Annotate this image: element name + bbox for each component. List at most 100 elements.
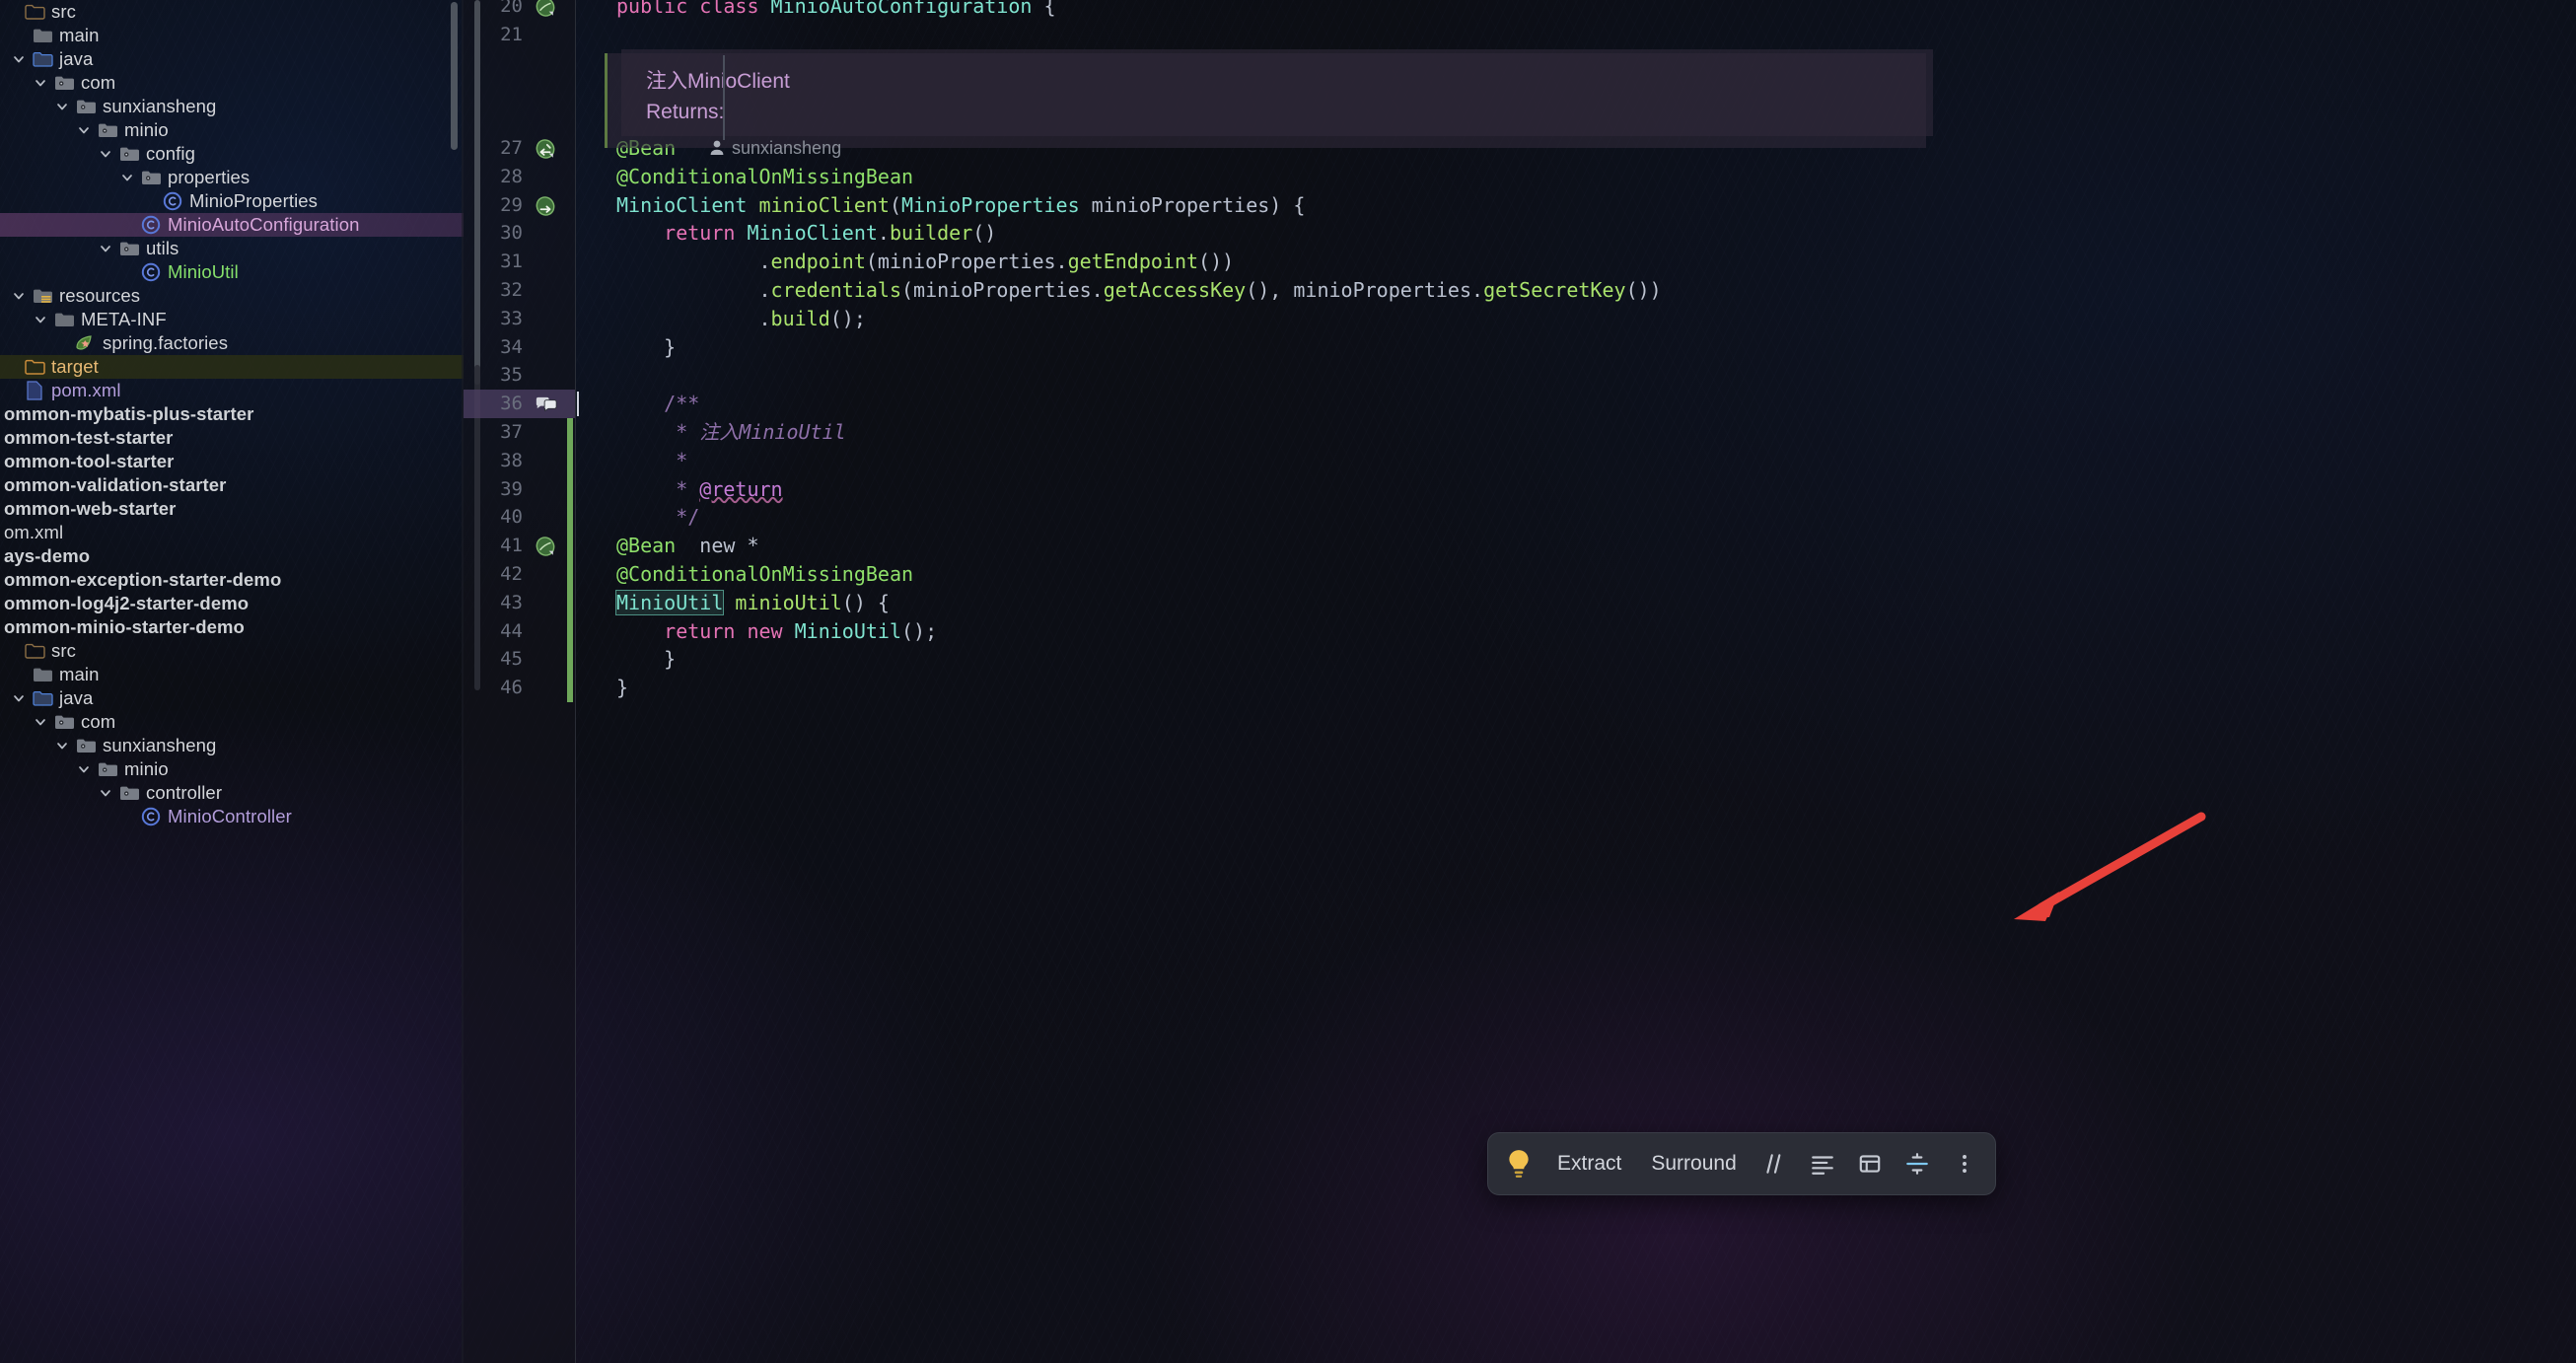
chevron-down-icon[interactable]: [73, 762, 95, 776]
tree-item-ommon-mybatis-plus-starter[interactable]: ommon-mybatis-plus-starter: [0, 402, 464, 426]
code-line-33[interactable]: 33 .build();: [500, 305, 2576, 333]
extract-button[interactable]: Extract: [1549, 1144, 1629, 1184]
chevron-down-icon[interactable]: [30, 313, 51, 326]
tree-item-controller[interactable]: controller: [0, 781, 464, 805]
tree-item-config[interactable]: config: [0, 142, 464, 166]
vcs-change-marker[interactable]: [567, 418, 573, 702]
code-line-45[interactable]: 45 }: [500, 645, 2576, 674]
bean-arrow-left-icon[interactable]: [535, 138, 556, 160]
code-line-42[interactable]: 42 @ConditionalOnMissingBean: [500, 560, 2576, 589]
code-text: /**: [616, 392, 700, 416]
chevron-down-icon[interactable]: [116, 171, 138, 184]
chevron-down-icon[interactable]: [30, 76, 51, 90]
tree-item-minioproperties[interactable]: MinioProperties: [0, 189, 464, 213]
tree-item-minioautoconfiguration[interactable]: MinioAutoConfiguration: [0, 213, 464, 237]
tree-item-minioutil[interactable]: MinioUtil: [0, 260, 464, 284]
code-line-44[interactable]: 44 return new MinioUtil();: [500, 617, 2576, 646]
tree-item-resources[interactable]: resources: [0, 284, 464, 308]
intention-actions-toolbar[interactable]: Extract Surround: [1487, 1132, 1996, 1195]
expand-selection-icon[interactable]: [1900, 1147, 1934, 1181]
tree-item-label: sunxiansheng: [103, 96, 217, 116]
chevron-down-icon[interactable]: [95, 242, 116, 255]
comment-bubble-icon[interactable]: [535, 394, 557, 415]
bean-class-icon[interactable]: [535, 0, 556, 18]
code-line-37[interactable]: 37 * 注入MinioUtil: [500, 418, 2576, 447]
editor-pane[interactable]: 20 public class MinioAutoConfiguration {2…: [464, 0, 2576, 1363]
tree-item-src[interactable]: src: [0, 0, 464, 24]
tree-item-miniocontroller[interactable]: MinioController: [0, 805, 464, 828]
line-number: 27: [500, 137, 523, 159]
sidebar-scrollbar-thumb[interactable]: [451, 2, 458, 150]
tree-item-src[interactable]: src: [0, 639, 464, 663]
code-line-46[interactable]: 46}: [500, 674, 2576, 702]
tree-item-pom-xml[interactable]: pom.xml: [0, 379, 464, 402]
code-line-39[interactable]: 39 * @return: [500, 475, 2576, 504]
tree-item-minio[interactable]: minio: [0, 118, 464, 142]
tree-item-com[interactable]: com: [0, 71, 464, 95]
chevron-down-icon[interactable]: [8, 691, 30, 705]
tree-item-sunxiansheng[interactable]: sunxiansheng: [0, 95, 464, 118]
code-line-43[interactable]: 43 MinioUtil minioUtil() {: [500, 589, 2576, 617]
tree-item-properties[interactable]: properties: [0, 166, 464, 189]
code-line-40[interactable]: 40 */: [500, 503, 2576, 532]
line-number: 43: [500, 591, 523, 613]
surround-button[interactable]: Surround: [1643, 1144, 1744, 1184]
tree-item-minio[interactable]: minio: [0, 757, 464, 781]
tree-item-ommon-test-starter[interactable]: ommon-test-starter: [0, 426, 464, 450]
bean-arrow-right-icon[interactable]: [535, 195, 556, 217]
tree-item-ays-demo[interactable]: ays-demo: [0, 544, 464, 568]
tree-item-ommon-exception-starter-demo[interactable]: ommon-exception-starter-demo: [0, 568, 464, 592]
tree-item-java[interactable]: java: [0, 47, 464, 71]
tree-item-main[interactable]: main: [0, 663, 464, 686]
code-line-34[interactable]: 34 }: [500, 333, 2576, 362]
code-line-28[interactable]: 28 @ConditionalOnMissingBean: [500, 163, 2576, 191]
code-line-41[interactable]: 41 @Bean new *: [500, 532, 2576, 560]
tree-item-label: MinioAutoConfiguration: [168, 214, 360, 235]
bean-class-icon[interactable]: [535, 536, 556, 557]
chevron-down-icon[interactable]: [8, 289, 30, 303]
code-line-36[interactable]: 36 /**: [500, 390, 2576, 418]
code-folding-bar[interactable]: [723, 54, 725, 140]
reformat-lines-icon[interactable]: [1806, 1147, 1839, 1181]
code-line-21[interactable]: 21: [500, 21, 2576, 49]
code-line-20[interactable]: 20 public class MinioAutoConfiguration {: [500, 0, 2576, 21]
comment-slashes-icon[interactable]: [1758, 1147, 1792, 1181]
chevron-down-icon[interactable]: [51, 739, 73, 753]
code-line-35[interactable]: 35: [500, 361, 2576, 390]
tree-item-spring-factories[interactable]: spring.factories: [0, 331, 464, 355]
tree-item-utils[interactable]: utils: [0, 237, 464, 260]
tree-item-label: MinioUtil: [168, 261, 239, 282]
tree-item-ommon-minio-starter-demo[interactable]: ommon-minio-starter-demo: [0, 615, 464, 639]
tree-item-ommon-tool-starter[interactable]: ommon-tool-starter: [0, 450, 464, 473]
code-line-31[interactable]: 31 .endpoint(minioProperties.getEndpoint…: [500, 248, 2576, 276]
tree-item-meta-inf[interactable]: META-INF: [0, 308, 464, 331]
chevron-down-icon[interactable]: [8, 52, 30, 66]
tree-item-label: ommon-web-starter: [4, 498, 177, 519]
chevron-down-icon[interactable]: [95, 147, 116, 161]
tree-item-java[interactable]: java: [0, 686, 464, 710]
code-line-29[interactable]: 29 MinioClient minioClient(MinioPropertie…: [500, 191, 2576, 220]
inlay-author-hint[interactable]: sunxiansheng: [709, 134, 841, 163]
tree-item-sunxiansheng[interactable]: sunxiansheng: [0, 734, 464, 757]
project-tool-window[interactable]: src main java com sunxiansheng minio config pro…: [0, 0, 464, 1363]
tree-item-ommon-web-starter[interactable]: ommon-web-starter: [0, 497, 464, 521]
code-line-32[interactable]: 32 .credentials(minioProperties.getAcces…: [500, 276, 2576, 305]
folder-package-icon: [51, 713, 77, 731]
lightbulb-icon[interactable]: [1502, 1147, 1536, 1181]
chevron-down-icon[interactable]: [95, 786, 116, 800]
chevron-down-icon[interactable]: [30, 715, 51, 729]
line-number: 33: [500, 307, 523, 329]
chevron-down-icon[interactable]: [73, 123, 95, 137]
tree-item-target[interactable]: target: [0, 355, 464, 379]
tree-item-ommon-validation-starter[interactable]: ommon-validation-starter: [0, 473, 464, 497]
tree-item-com[interactable]: com: [0, 710, 464, 734]
tree-item-om-xml[interactable]: om.xml: [0, 521, 464, 544]
more-vertical-icon[interactable]: [1948, 1147, 1981, 1181]
code-line-30[interactable]: 30 return MinioClient.builder(): [500, 219, 2576, 248]
tree-item-main[interactable]: main: [0, 24, 464, 47]
code-line-38[interactable]: 38 *: [500, 447, 2576, 475]
chevron-down-icon[interactable]: [51, 100, 73, 113]
javadoc-accent-bar: [605, 52, 608, 148]
table-icon[interactable]: [1853, 1147, 1887, 1181]
tree-item-ommon-log4j2-starter-demo[interactable]: ommon-log4j2-starter-demo: [0, 592, 464, 615]
